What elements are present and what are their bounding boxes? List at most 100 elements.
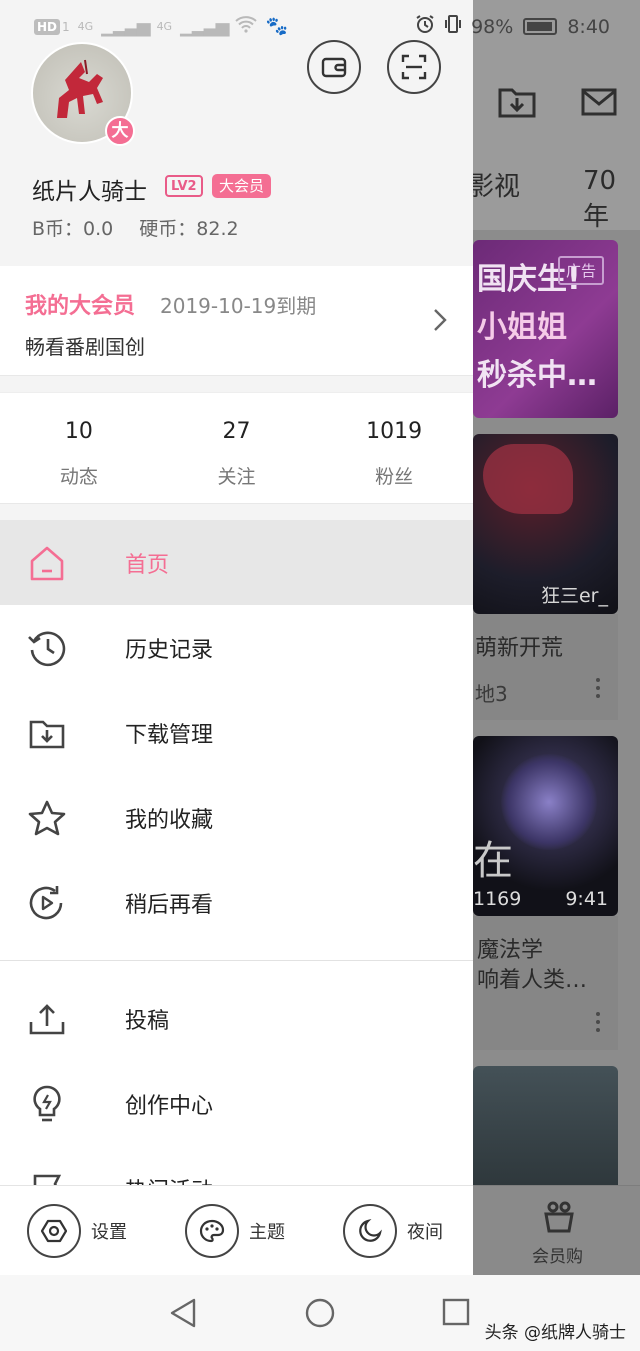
level-badge: LV2 bbox=[165, 175, 203, 197]
wallet-icon bbox=[321, 57, 347, 78]
vip-description: 畅看番剧国创 bbox=[25, 335, 145, 359]
video-card-thumb-2: 在 1169 9:41 bbox=[473, 736, 618, 916]
scan-icon bbox=[401, 54, 427, 80]
ad-card: 国庆生! 小姐姐 秒杀中… 广告 bbox=[473, 240, 618, 418]
menu-item-creator-center[interactable]: 创作中心 bbox=[0, 1061, 473, 1146]
video-card-thumb-3 bbox=[473, 1066, 618, 1194]
video-title: 萌新开荒 bbox=[475, 636, 564, 661]
recents-icon[interactable] bbox=[441, 1297, 471, 1331]
signal-icon: ▁▂▃▅ bbox=[101, 16, 150, 37]
battery-percent: 98% bbox=[471, 15, 514, 38]
vip-membership-row[interactable]: 我的大会员 2019-10-19到期 畅看番剧国创 bbox=[0, 266, 473, 376]
theme-label: 主题 bbox=[249, 1222, 285, 1243]
menu-label: 投稿 bbox=[125, 1008, 170, 1034]
stat-value: 1019 bbox=[366, 419, 423, 444]
alarm-icon bbox=[415, 14, 435, 39]
stat-label: 动态 bbox=[59, 466, 98, 488]
coin-balances: B币：0.0 硬币：82.2 bbox=[32, 214, 239, 241]
ad-line-3: 秒杀中… bbox=[477, 358, 597, 393]
stat-following[interactable]: 27 关注 bbox=[158, 393, 316, 503]
sim-indicator: 1 bbox=[62, 19, 70, 34]
drawer-bottom-bar: 设置 主题 夜间 bbox=[0, 1185, 473, 1275]
lightbulb-icon bbox=[23, 1080, 71, 1128]
bg-tab-2: 70年 bbox=[583, 166, 617, 232]
shop-label: 会员购 bbox=[532, 1247, 583, 1267]
vip-expiry: 2019-10-19到期 bbox=[160, 294, 317, 318]
video-sub: 地3 bbox=[475, 682, 508, 706]
menu-item-history[interactable]: 历史记录 bbox=[0, 605, 473, 690]
theme-button[interactable]: 主题 bbox=[185, 1204, 285, 1258]
vip-badge: 大会员 bbox=[212, 174, 272, 198]
status-right: 98% 8:40 bbox=[415, 14, 610, 39]
home-icon bbox=[23, 539, 71, 587]
vibrate-icon bbox=[445, 14, 462, 39]
home-nav-icon[interactable] bbox=[304, 1297, 336, 1333]
palette-icon bbox=[185, 1204, 239, 1258]
mail-icon bbox=[581, 88, 617, 120]
watermark: 头条 @纸牌人骑士 bbox=[484, 1323, 626, 1343]
hard-coin-balance: 硬币：82.2 bbox=[139, 218, 239, 240]
stats-row: 10 动态 27 关注 1019 粉丝 bbox=[0, 392, 473, 504]
video-card-info: 萌新开荒 地3 bbox=[473, 614, 618, 720]
menu-label: 稍后再看 bbox=[125, 892, 214, 918]
status-left: HD 1 4G ▁▂▃▅ 4G ▁▂▃▅ 🐾 bbox=[34, 15, 288, 38]
menu-label: 创作中心 bbox=[125, 1093, 214, 1119]
upload-icon bbox=[23, 995, 71, 1043]
back-icon[interactable] bbox=[168, 1297, 198, 1333]
stat-label: 关注 bbox=[217, 466, 256, 488]
battery-icon bbox=[523, 18, 558, 35]
menu-item-favorites[interactable]: 我的收藏 bbox=[0, 775, 473, 860]
night-mode-button[interactable]: 夜间 bbox=[343, 1204, 443, 1258]
more-icon bbox=[596, 678, 600, 702]
menu-item-home[interactable]: 首页 bbox=[0, 520, 473, 605]
hd-indicator: HD bbox=[34, 18, 61, 35]
history-icon bbox=[23, 624, 71, 672]
download-icon bbox=[23, 709, 71, 757]
video-title-2b: 响着人类… bbox=[477, 968, 588, 993]
thumb-big-text: 在 bbox=[473, 838, 513, 884]
star-icon bbox=[23, 794, 71, 842]
stat-dynamics[interactable]: 10 动态 bbox=[0, 393, 158, 503]
clock: 8:40 bbox=[567, 15, 610, 38]
baidu-icon: 🐾 bbox=[265, 16, 288, 37]
settings-button[interactable]: 设置 bbox=[27, 1204, 127, 1258]
video-card-info-2: 魔法学 响着人类… bbox=[473, 916, 618, 1050]
menu-item-upload[interactable]: 投稿 bbox=[0, 976, 473, 1061]
stat-value: 27 bbox=[222, 419, 251, 444]
network-type-2: 4G bbox=[156, 20, 173, 33]
video-card-thumb: 狂三er_ bbox=[473, 434, 618, 614]
stat-value: 10 bbox=[64, 419, 93, 444]
thumb-overlay-text: 狂三er_ bbox=[540, 585, 608, 607]
knight-figure-icon bbox=[57, 59, 103, 118]
vip-title: 我的大会员 bbox=[25, 294, 136, 319]
ad-line-2: 小姐姐 bbox=[477, 310, 567, 345]
shop-icon bbox=[542, 1200, 576, 1238]
video-title-2a: 魔法学 bbox=[477, 938, 544, 963]
wifi-icon bbox=[235, 15, 258, 38]
watch-later-icon bbox=[23, 879, 71, 927]
navigation-drawer: 大 纸片人骑士 LV2 大会员 B币：0.0 硬币：82.2 我的大会员 201… bbox=[0, 0, 473, 1275]
menu-label: 历史记录 bbox=[125, 637, 214, 663]
menu-item-download[interactable]: 下载管理 bbox=[0, 690, 473, 775]
stat-label: 粉丝 bbox=[375, 466, 414, 488]
settings-icon bbox=[27, 1204, 81, 1258]
divider bbox=[0, 376, 473, 392]
stat-fans[interactable]: 1019 粉丝 bbox=[315, 393, 473, 503]
menu-label: 我的收藏 bbox=[125, 807, 214, 833]
ad-badge: 广告 bbox=[557, 256, 604, 285]
username[interactable]: 纸片人骑士 bbox=[32, 172, 147, 206]
video-duration: 9:41 bbox=[565, 888, 608, 910]
network-type-1: 4G bbox=[77, 20, 94, 33]
bg-tab-1: 影视 bbox=[468, 172, 521, 202]
chevron-right-icon bbox=[433, 308, 447, 336]
vip-avatar-badge: 大 bbox=[105, 116, 135, 146]
download-folder-icon bbox=[498, 84, 536, 122]
settings-label: 设置 bbox=[91, 1222, 127, 1243]
menu-divider bbox=[0, 960, 473, 961]
thumb-orb bbox=[501, 754, 597, 850]
more-icon bbox=[596, 1012, 600, 1036]
b-coin-balance: B币：0.0 bbox=[32, 218, 114, 240]
status-bar: HD 1 4G ▁▂▃▅ 4G ▁▂▃▅ 🐾 98% 8:40 bbox=[0, 0, 640, 54]
play-count: 1169 bbox=[473, 888, 522, 910]
menu-item-watch-later[interactable]: 稍后再看 bbox=[0, 860, 473, 945]
